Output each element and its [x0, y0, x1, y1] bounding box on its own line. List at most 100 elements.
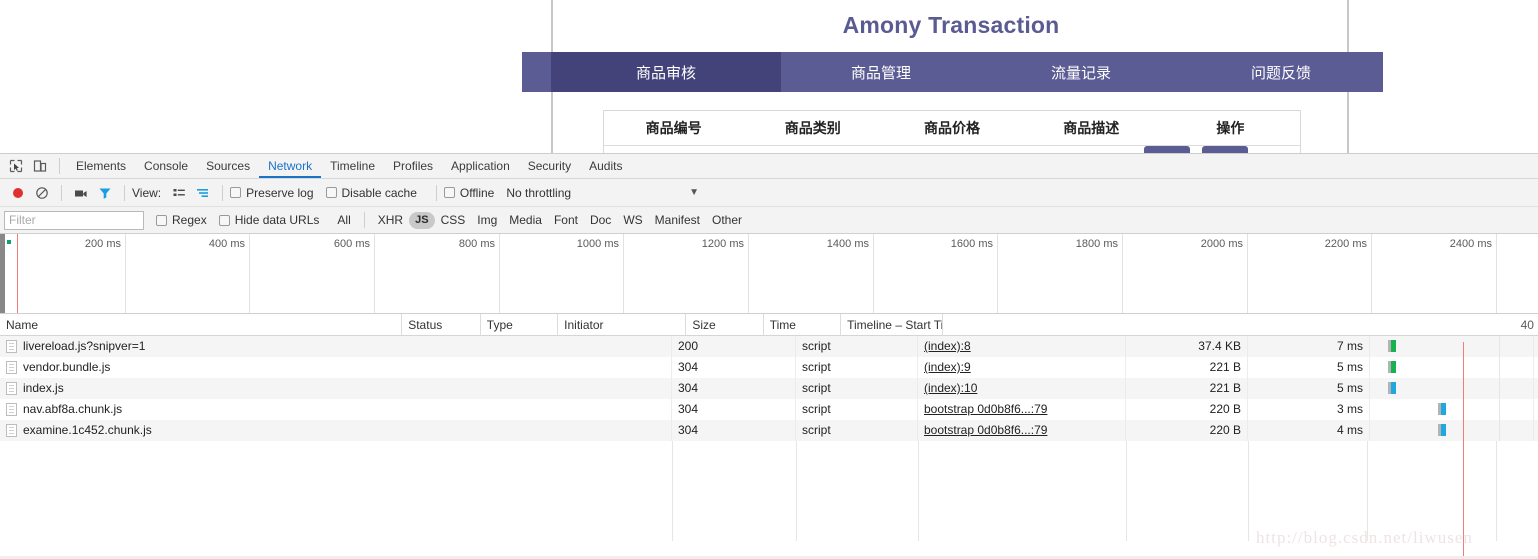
- cell-type: script: [796, 420, 918, 441]
- col-header-time[interactable]: Time: [764, 313, 842, 336]
- preserve-log-box[interactable]: [230, 187, 242, 198]
- camera-icon[interactable]: [69, 182, 93, 204]
- cell-initiator[interactable]: (index):10: [918, 378, 1126, 399]
- resource-type-img[interactable]: Img: [471, 212, 503, 229]
- col-header-status[interactable]: Status: [402, 313, 481, 336]
- devtools-tab-elements[interactable]: Elements: [67, 154, 135, 178]
- product-table-header: 商品编号 商品类别 商品价格 商品描述 操作: [604, 111, 1300, 146]
- disable-cache-label: Disable cache: [341, 185, 417, 200]
- list-view-icon[interactable]: [167, 182, 191, 204]
- devtools-tab-console[interactable]: Console: [135, 154, 197, 178]
- hide-data-urls-box[interactable]: [218, 214, 230, 226]
- network-empty-area: [0, 441, 1538, 541]
- initiator-link[interactable]: bootstrap 0d0b8f6...:79: [924, 423, 1047, 437]
- col-header-name[interactable]: Name: [0, 313, 403, 336]
- script-file-icon: [6, 403, 17, 416]
- cell-waterfall: [1370, 399, 1534, 420]
- hide-data-urls-checkbox[interactable]: Hide data URLs: [218, 213, 319, 227]
- nav-tab-fankui[interactable]: 问题反馈: [1181, 52, 1381, 92]
- overview-tick-label: 1600 ms: [950, 238, 993, 250]
- initiator-link[interactable]: (index):10: [924, 381, 977, 395]
- product-col-desc: 商品描述: [1063, 121, 1120, 137]
- waterfall-view-icon[interactable]: [191, 182, 215, 204]
- product-col-action: 操作: [1216, 121, 1245, 137]
- clear-icon[interactable]: [30, 182, 54, 204]
- disable-cache-box[interactable]: [325, 187, 337, 198]
- table-row[interactable]: examine.1c452.chunk.js 304 script bootstrap…: [0, 420, 1538, 441]
- record-icon[interactable]: [6, 182, 30, 204]
- resource-type-xhr[interactable]: XHR: [372, 212, 409, 229]
- resource-type-css[interactable]: CSS: [435, 212, 472, 229]
- resource-type-manifest[interactable]: Manifest: [649, 212, 706, 229]
- inspect-element-icon[interactable]: [4, 155, 28, 177]
- initiator-link[interactable]: (index):9: [924, 360, 971, 374]
- network-overview[interactable]: 200 ms 400 ms 600 ms 800 ms 1000 ms 1200 ms 14…: [0, 234, 1538, 314]
- throttling-select[interactable]: No throttling ▼: [506, 186, 699, 200]
- devtools-tab-sources[interactable]: Sources: [197, 154, 259, 178]
- table-row[interactable]: vendor.bundle.js 304 script (index):9 221 B5…: [0, 357, 1538, 378]
- offline-box[interactable]: [443, 187, 455, 198]
- col-header-type[interactable]: Type: [481, 313, 559, 336]
- resource-type-js[interactable]: JS: [409, 211, 435, 229]
- cell-name[interactable]: examine.1c452.chunk.js: [0, 420, 672, 441]
- cell-name[interactable]: vendor.bundle.js: [0, 357, 672, 378]
- cell-initiator[interactable]: (index):8: [918, 336, 1126, 357]
- cell-type: script: [796, 336, 918, 357]
- overview-divider: [125, 234, 126, 313]
- cell-name[interactable]: nav.abf8a.chunk.js: [0, 399, 672, 420]
- site-nav: 商品审核 商品管理 流量记录 问题反馈: [522, 52, 1383, 92]
- regex-checkbox[interactable]: Regex: [156, 213, 207, 227]
- col-header-size[interactable]: Size: [686, 313, 764, 336]
- initiator-link[interactable]: bootstrap 0d0b8f6...:79: [924, 402, 1047, 416]
- overview-load-line: [17, 234, 18, 313]
- disable-cache-checkbox[interactable]: Disable cache: [325, 185, 417, 200]
- initiator-link[interactable]: (index):8: [924, 339, 971, 353]
- cell-initiator[interactable]: bootstrap 0d0b8f6...:79: [918, 399, 1126, 420]
- request-name: vendor.bundle.js: [23, 360, 111, 374]
- offline-checkbox[interactable]: Offline: [443, 185, 495, 200]
- col-header-initiator[interactable]: Initiator: [558, 313, 687, 336]
- devtools-tab-security[interactable]: Security: [519, 154, 580, 178]
- toolbar-separator-5: [435, 184, 437, 201]
- waterfall-download-segment: [1391, 382, 1396, 394]
- column-rule-6: [1367, 441, 1368, 541]
- funnel-icon[interactable]: [93, 182, 117, 204]
- cell-name[interactable]: index.js: [0, 378, 672, 399]
- devtools-panel: Elements Console Sources Network Timelin…: [0, 153, 1538, 559]
- devtools-tab-profiles[interactable]: Profiles: [384, 154, 442, 178]
- offline-label: Offline: [459, 185, 495, 200]
- regex-box[interactable]: [156, 214, 167, 226]
- cell-initiator[interactable]: bootstrap 0d0b8f6...:79: [918, 420, 1126, 441]
- device-toolbar-icon[interactable]: [28, 155, 52, 177]
- network-filterbar: Regex Hide data URLs All XHR JS CSS Img …: [0, 207, 1538, 234]
- cell-initiator[interactable]: (index):9: [918, 357, 1126, 378]
- devtools-tab-network[interactable]: Network: [259, 154, 321, 178]
- resource-type-ws[interactable]: WS: [617, 212, 648, 229]
- cell-size: 221 B: [1126, 378, 1248, 399]
- devtools-tab-audits[interactable]: Audits: [580, 154, 631, 178]
- table-row[interactable]: livereload.js?snipver=1 200 script (index):…: [0, 336, 1538, 357]
- cell-name[interactable]: livereload.js?snipver=1: [0, 336, 672, 357]
- network-toolbar: View: Preserve log Disable cache Offline…: [0, 179, 1538, 207]
- filter-input[interactable]: [4, 210, 144, 230]
- resource-type-doc[interactable]: Doc: [584, 212, 617, 229]
- overview-tick-label: 2000 ms: [1200, 238, 1243, 250]
- network-rows: livereload.js?snipver=1 200 script (index):…: [0, 336, 1538, 441]
- table-row[interactable]: index.js 304 script (index):10 221 B5 ms: [0, 378, 1538, 399]
- cell-status: 304: [672, 378, 796, 399]
- resource-type-all[interactable]: All: [331, 212, 356, 229]
- waterfall-column-rule: [1499, 378, 1500, 399]
- devtools-tab-application[interactable]: Application: [442, 154, 519, 178]
- resource-type-other[interactable]: Other: [706, 212, 748, 229]
- cell-time: 3 ms: [1248, 399, 1370, 420]
- preserve-log-checkbox[interactable]: Preserve log: [230, 186, 314, 200]
- table-row[interactable]: nav.abf8a.chunk.js 304 script bootstrap 0d0…: [0, 399, 1538, 420]
- nav-tab-shenhe[interactable]: 商品审核: [551, 52, 781, 92]
- col-header-waterfall[interactable]: Timeline – Start Time: [841, 313, 944, 336]
- devtools-tab-timeline[interactable]: Timeline: [321, 154, 384, 178]
- chevron-down-icon[interactable]: ▼: [689, 187, 699, 198]
- resource-type-media[interactable]: Media: [503, 212, 548, 229]
- resource-type-font[interactable]: Font: [548, 212, 584, 229]
- nav-tab-liuliang[interactable]: 流量记录: [981, 52, 1181, 92]
- nav-tab-guanli[interactable]: 商品管理: [781, 52, 981, 92]
